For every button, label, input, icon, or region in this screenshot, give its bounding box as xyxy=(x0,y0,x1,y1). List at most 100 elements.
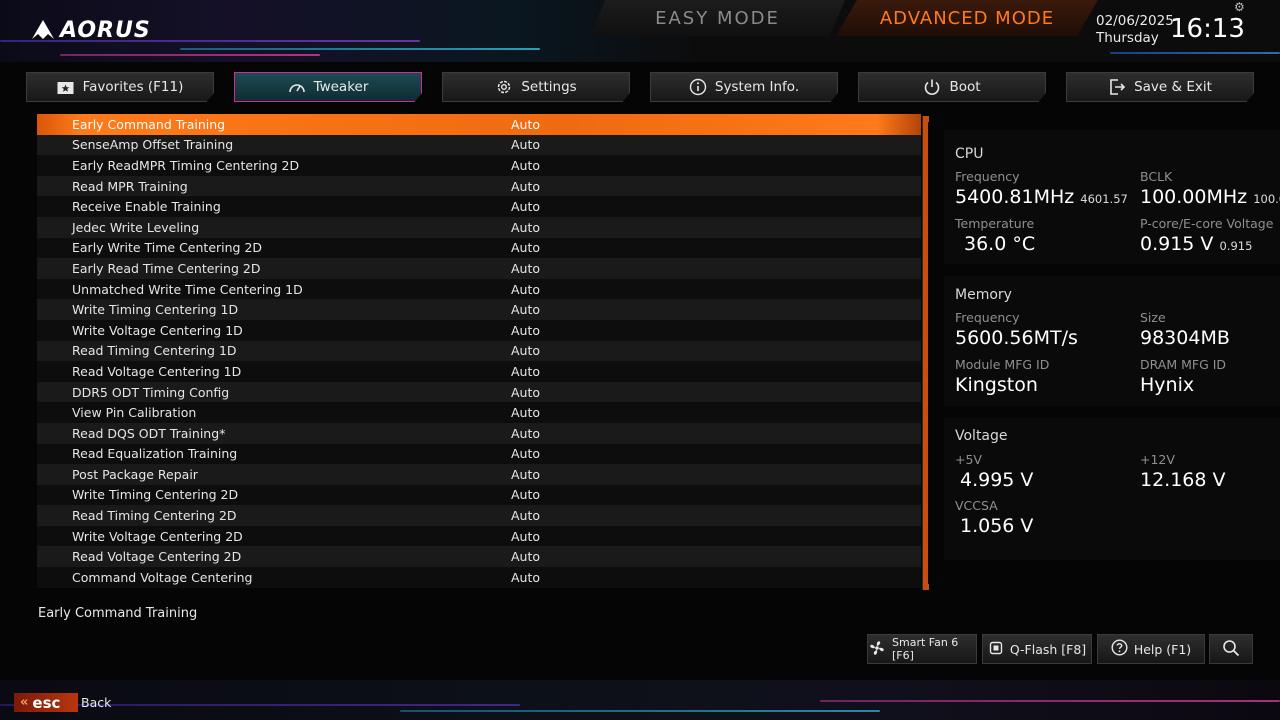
tab-system-info[interactable]: System Info. xyxy=(650,72,838,102)
setting-label: Unmatched Write Time Centering 1D xyxy=(72,281,303,297)
v12-label: +12V xyxy=(1140,452,1175,467)
memory-size-value: 98304MB xyxy=(1140,327,1230,349)
setting-row[interactable]: Write Timing Centering 1D Auto xyxy=(37,299,921,320)
setting-row[interactable]: Read Equalization Training Auto xyxy=(37,443,921,465)
tab-label: Favorites (F11) xyxy=(82,79,184,95)
setting-value[interactable]: Auto xyxy=(511,323,540,338)
setting-value[interactable]: Auto xyxy=(511,487,540,502)
setting-value[interactable]: Auto xyxy=(511,220,540,235)
setting-row[interactable]: Post Package Repair Auto xyxy=(37,464,921,485)
decor-streak xyxy=(180,48,540,50)
setting-value[interactable]: Auto xyxy=(511,240,540,255)
weekday: Thursday xyxy=(1096,30,1159,46)
power-icon xyxy=(923,78,941,96)
section-divider xyxy=(944,264,1280,276)
v5-label: +5V xyxy=(955,452,982,467)
settings-gear-icon[interactable]: ⚙ xyxy=(1234,0,1245,14)
scroll-thumb[interactable] xyxy=(923,122,928,584)
setting-value[interactable]: Auto xyxy=(511,570,540,585)
tab-tweaker[interactable]: Tweaker xyxy=(234,72,422,102)
setting-value[interactable]: Auto xyxy=(511,364,540,379)
setting-row[interactable]: Command Voltage Centering Auto xyxy=(37,567,921,588)
setting-value[interactable]: Auto xyxy=(511,467,540,482)
smart-fan-button[interactable]: Smart Fan 6 [F6] xyxy=(867,634,977,664)
v12-value: 12.168 V xyxy=(1140,469,1226,491)
setting-label: Write Voltage Centering 1D xyxy=(72,322,243,338)
setting-row[interactable]: Jedec Write Leveling Auto xyxy=(37,216,921,238)
setting-row[interactable]: Write Voltage Centering 2D Auto xyxy=(37,525,921,547)
setting-label: SenseAmp Offset Training xyxy=(72,137,234,153)
setting-value[interactable]: Auto xyxy=(511,179,540,194)
setting-value[interactable]: Auto xyxy=(511,405,540,420)
q-flash-button[interactable]: Q-Flash [F8] xyxy=(982,634,1092,664)
voltage-section-title: Voltage xyxy=(955,428,1008,444)
setting-row[interactable]: Write Timing Centering 2D Auto xyxy=(37,484,921,506)
tab-boot[interactable]: Boot xyxy=(858,72,1046,102)
setting-value[interactable]: Auto xyxy=(511,529,540,544)
setting-row[interactable]: Early Read Time Centering 2D Auto xyxy=(37,258,921,279)
setting-value[interactable]: Auto xyxy=(511,302,540,317)
setting-row[interactable]: Read DQS ODT Training* Auto xyxy=(37,422,921,444)
back-label: Back xyxy=(81,695,112,710)
tab-save-exit[interactable]: Save & Exit xyxy=(1066,72,1254,102)
setting-row[interactable]: View Pin Calibration Auto xyxy=(37,402,921,423)
esc-back-button[interactable]: « esc xyxy=(14,693,78,712)
setting-value[interactable]: Auto xyxy=(511,158,540,173)
fan-icon xyxy=(868,639,886,660)
setting-row[interactable]: Receive Enable Training Auto xyxy=(37,196,921,217)
aorus-logo: AORUS xyxy=(30,14,151,46)
setting-label: Read Equalization Training xyxy=(72,446,238,462)
decor-streak xyxy=(400,710,880,712)
setting-row[interactable]: SenseAmp Offset Training Auto xyxy=(37,134,921,156)
setting-value[interactable]: Auto xyxy=(511,137,540,152)
setting-value[interactable]: Auto xyxy=(511,385,540,400)
easy-mode-button[interactable]: EASY MODE xyxy=(590,0,845,36)
setting-value[interactable]: Auto xyxy=(511,446,540,461)
vccsa-value: 1.056 V xyxy=(960,515,1034,537)
setting-value[interactable]: Auto xyxy=(511,426,540,441)
setting-row[interactable]: Unmatched Write Time Centering 1D Auto xyxy=(37,278,921,300)
setting-label: Command Voltage Centering xyxy=(72,569,253,585)
setting-value[interactable]: Auto xyxy=(511,282,540,297)
setting-row[interactable]: Read Timing Centering 1D Auto xyxy=(37,340,921,362)
help-button[interactable]: Help (F1) xyxy=(1097,634,1205,664)
setting-label: Read Voltage Centering 1D xyxy=(72,363,242,379)
setting-row[interactable]: Read Timing Centering 2D Auto xyxy=(37,505,921,526)
setting-row[interactable]: Read Voltage Centering 1D Auto xyxy=(37,361,921,382)
setting-value[interactable]: Auto xyxy=(511,549,540,564)
setting-row[interactable]: Early Command Training Auto xyxy=(37,114,921,135)
setting-row[interactable]: Write Voltage Centering 1D Auto xyxy=(37,319,921,341)
tab-settings[interactable]: Settings xyxy=(442,72,630,102)
setting-label: Write Timing Centering 2D xyxy=(72,487,239,503)
setting-row[interactable]: Early Write Time Centering 2D Auto xyxy=(37,237,921,259)
list-scrollbar[interactable] xyxy=(922,116,929,590)
setting-row[interactable]: Early ReadMPR Timing Centering 2D Auto xyxy=(37,155,921,176)
core-voltage-main: 0.915 V xyxy=(1140,233,1214,255)
section-divider xyxy=(944,406,1280,418)
chip-icon xyxy=(988,640,1004,659)
esc-key-label: esc xyxy=(32,693,61,712)
logo-text: AORUS xyxy=(60,17,151,43)
setting-row[interactable]: Read Voltage Centering 2D Auto xyxy=(37,546,921,568)
advanced-mode-button[interactable]: ADVANCED MODE xyxy=(836,0,1098,36)
cpu-frequency-label: Frequency xyxy=(955,169,1020,184)
speedometer-icon xyxy=(288,78,306,96)
decor-streak xyxy=(820,700,1280,702)
setting-value[interactable]: Auto xyxy=(511,508,540,523)
search-button[interactable] xyxy=(1209,634,1253,664)
setting-value[interactable]: Auto xyxy=(511,117,540,132)
scroll-down-arrow[interactable] xyxy=(923,584,929,590)
setting-value[interactable]: Auto xyxy=(511,199,540,214)
setting-label: Post Package Repair xyxy=(72,466,198,482)
date: 02/06/2025 xyxy=(1096,13,1174,29)
core-voltage-sub: 0.915 xyxy=(1219,239,1253,253)
setting-value[interactable]: Auto xyxy=(511,343,540,358)
memory-frequency-value: 5600.56MT/s xyxy=(955,327,1078,349)
setting-value[interactable]: Auto xyxy=(511,261,540,276)
cpu-section-title: CPU xyxy=(955,146,984,162)
setting-row[interactable]: DDR5 ODT Timing Config Auto xyxy=(37,381,921,403)
dram-mfg-value: Hynix xyxy=(1140,374,1195,396)
setting-row[interactable]: Read MPR Training Auto xyxy=(37,175,921,197)
tab-favorites[interactable]: Favorites (F11) xyxy=(26,72,214,102)
setting-label: Read Timing Centering 1D xyxy=(72,343,237,359)
